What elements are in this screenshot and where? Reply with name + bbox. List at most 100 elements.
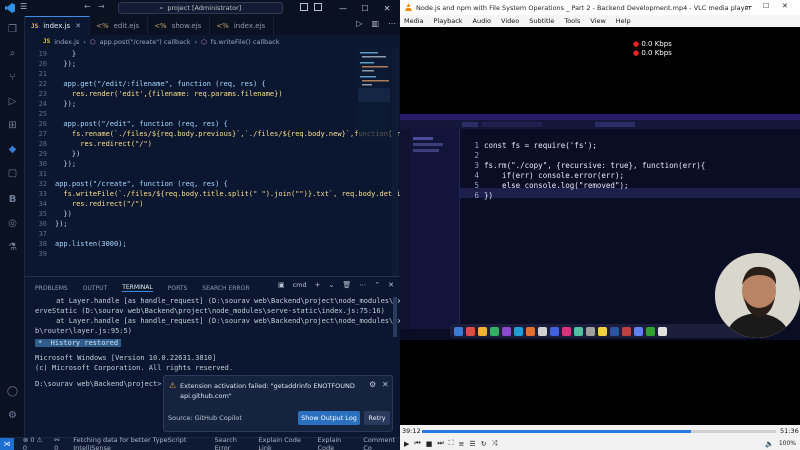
breadcrumb-callback[interactable]: app.post("/create") callback — [100, 38, 191, 46]
remote-indicator[interactable]: ⋊ — [0, 437, 14, 450]
panel-tab-problems[interactable]: PROBLEMS — [35, 285, 68, 292]
source-control-icon[interactable]: ⑂ — [5, 70, 20, 85]
terminal-scrollbar[interactable] — [393, 297, 397, 337]
menu-tools[interactable]: Tools — [564, 17, 580, 25]
panel-tab-search-error[interactable]: SEARCH ERROR — [202, 285, 249, 292]
tab-label: index.js — [43, 22, 71, 30]
run-icon[interactable]: ▷ — [356, 19, 362, 28]
copilot-icon[interactable]: ◎ — [5, 216, 20, 231]
tab-close-icon[interactable]: ✕ — [75, 22, 81, 30]
vlc-close-button[interactable]: ✕ — [782, 2, 788, 10]
vlc-maximize-button[interactable]: ☐ — [763, 2, 769, 10]
previous-icon[interactable]: ⏮ — [414, 439, 420, 448]
bitrate-overlay: ● 0.0 Kbps ● 0.0 Kbps — [633, 40, 672, 58]
code-line: }); — [55, 100, 77, 108]
retry-button[interactable]: Retry — [364, 411, 390, 425]
seek-track[interactable] — [422, 430, 776, 433]
menu-playback[interactable]: Playback — [434, 17, 463, 25]
bitrate-line: ● 0.0 Kbps — [633, 40, 672, 49]
explain-code-status[interactable]: Explain Code — [318, 436, 355, 450]
account-icon[interactable]: ◯ — [5, 384, 20, 399]
playlist-icon[interactable]: ☰ — [469, 440, 475, 448]
line-number: 19 — [38, 50, 47, 58]
show-output-log-button[interactable]: Show Output Log — [298, 411, 360, 425]
play-icon[interactable]: ▶ — [404, 440, 409, 448]
split-editor-icon[interactable]: ▥ — [371, 19, 379, 28]
explain-link-status[interactable]: Explain Code Link — [258, 436, 308, 450]
volume-icon[interactable]: 🔈 — [765, 440, 774, 448]
warning-status-icon: ⚠ — [36, 436, 43, 444]
ports-count: 0 — [54, 444, 59, 450]
panel-toggle-icon[interactable] — [314, 3, 322, 11]
shell-name[interactable]: cmd — [293, 281, 307, 289]
comment-code-status[interactable]: Comment Co — [363, 436, 400, 450]
status-bar: ⋊ ⊗ 0 ⚠ 0 ⚯ 0 Fetching data for better T… — [0, 436, 400, 450]
code-editor[interactable]: 19 } 20 }); 21 22 app.get("/edit/:filename"… — [25, 48, 400, 276]
code-line: app.listen(3000); — [55, 240, 127, 248]
minimap[interactable] — [358, 48, 390, 138]
trash-icon[interactable]: 🗑 — [342, 281, 351, 289]
extended-settings-icon[interactable]: ≡ — [459, 440, 465, 448]
breadcrumb-file[interactable]: index.js — [54, 38, 79, 46]
extensions-icon[interactable]: ⊞ — [5, 118, 20, 133]
close-panel-icon[interactable]: ✕ — [388, 281, 394, 289]
menu-help[interactable]: Help — [616, 17, 631, 25]
python-icon[interactable]: ◆ — [5, 142, 20, 157]
ports-status[interactable]: ⚯ 0 — [54, 436, 64, 450]
settings-gear-icon[interactable]: ⚙ — [5, 408, 20, 423]
chevron-down-icon[interactable]: ⌄ — [328, 281, 334, 289]
menu-video[interactable]: Video — [501, 17, 519, 25]
line-number: 21 — [38, 70, 47, 78]
testing-icon[interactable]: ⚗ — [5, 240, 20, 255]
notification-close-icon[interactable]: ✕ — [382, 380, 389, 389]
remote-explorer-icon[interactable]: ▢ — [5, 166, 20, 181]
fetching-status[interactable]: Fetching data for better TypeScript Inte… — [73, 436, 205, 450]
line-number: 33 — [38, 190, 47, 198]
nav-forward-icon[interactable]: → — [98, 2, 105, 11]
search-error-status[interactable]: Search Error — [215, 436, 250, 450]
vlc-minimize-button[interactable]: — — [745, 2, 752, 10]
nav-back-icon[interactable]: ← — [84, 2, 91, 11]
panel-tab-ports[interactable]: PORTS — [168, 285, 188, 292]
next-icon[interactable]: ⏭ — [437, 439, 443, 448]
function-icon: ⬡ — [201, 37, 207, 46]
more-actions-icon[interactable]: ⋯ — [388, 19, 396, 28]
command-center-search[interactable]: ⌕ project [Administrator] — [118, 2, 283, 14]
notification-settings-icon[interactable]: ⚙ — [369, 380, 376, 389]
loop-icon[interactable]: ↻ — [481, 440, 487, 448]
more-icon[interactable]: ⋯ — [359, 281, 366, 289]
panel-tab-terminal[interactable]: TERMINAL — [122, 284, 153, 292]
bootstrap-icon[interactable]: B — [5, 192, 20, 207]
shuffle-icon[interactable]: ⤨ — [492, 439, 498, 448]
menu-subtitle[interactable]: Subtitle — [529, 17, 554, 25]
stop-icon[interactable]: ■ — [426, 440, 433, 448]
video-inner-explorer — [410, 129, 460, 329]
maximize-panel-icon[interactable]: ⌃ — [374, 281, 380, 289]
run-debug-icon[interactable]: ▷ — [5, 94, 20, 109]
tab-index-js[interactable]: JS index.js ✕ — [25, 16, 91, 35]
volume-level[interactable]: 100% — [779, 440, 796, 447]
tab-edit-ejs[interactable]: <% edit.ejs — [90, 16, 149, 35]
bitrate-value: 0.0 Kbps — [641, 40, 672, 48]
menu-view[interactable]: View — [590, 17, 605, 25]
layout-icon[interactable] — [300, 3, 308, 11]
maximize-button[interactable]: ☐ — [354, 0, 376, 16]
fullscreen-icon[interactable]: ⛶ — [449, 439, 454, 448]
ejs-file-icon: <% — [216, 21, 229, 30]
tab-show-ejs[interactable]: <% show.ejs — [148, 16, 211, 35]
line-number: 34 — [38, 200, 47, 208]
menu-media[interactable]: Media — [404, 17, 424, 25]
minimize-button[interactable]: — — [332, 0, 354, 16]
menu-icon[interactable]: ☰ — [20, 2, 27, 11]
errors-status[interactable]: ⊗ 0 ⚠ 0 — [23, 436, 45, 450]
tab-index-ejs[interactable]: <% index.ejs — [210, 16, 275, 35]
explorer-icon[interactable]: ❐ — [5, 22, 20, 37]
breadcrumb-writefile[interactable]: fs.writeFile() callback — [211, 38, 280, 46]
close-button[interactable]: ✕ — [376, 0, 398, 16]
new-terminal-icon[interactable]: + — [315, 281, 321, 289]
editor-scrollbar[interactable] — [392, 48, 398, 276]
menu-audio[interactable]: Audio — [473, 17, 491, 25]
panel-tab-output[interactable]: OUTPUT — [83, 285, 107, 292]
terminal-prompt[interactable]: D:\sourav web\Backend\project> — [35, 380, 161, 388]
search-activity-icon[interactable]: ⌕ — [5, 46, 20, 61]
